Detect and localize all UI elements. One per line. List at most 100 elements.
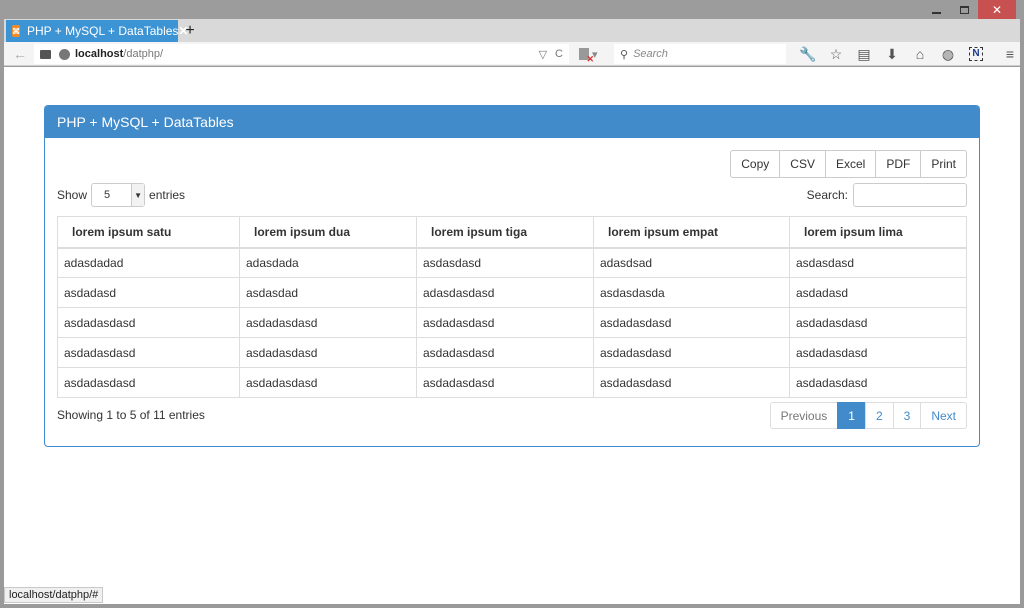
table-cell: asdasdasda bbox=[593, 277, 790, 308]
table-cell: asdasdad bbox=[239, 277, 417, 308]
close-window-button[interactable]: ✕ bbox=[978, 0, 1016, 19]
column-header[interactable]: lorem ipsum tiga bbox=[416, 216, 594, 249]
table-cell: asdadasdasd bbox=[593, 337, 790, 368]
window-titlebar: ✕ bbox=[0, 0, 1024, 19]
table-cell: asdadasdasd bbox=[789, 367, 967, 398]
status-bar: localhost/datphp/# bbox=[4, 587, 104, 603]
csv-button[interactable]: CSV bbox=[779, 150, 826, 178]
tab-strip: ⌘ PHP + MySQL + DataTables ✕ + bbox=[4, 19, 1020, 42]
page-button-1[interactable]: 1 bbox=[837, 402, 866, 429]
table-cell: asdadasdasd bbox=[239, 307, 417, 338]
page-button-3[interactable]: 3 bbox=[892, 402, 922, 429]
reading-list-icon[interactable]: ▤ bbox=[850, 44, 878, 64]
xampp-favicon-icon: ⌘ bbox=[12, 25, 20, 37]
home-icon[interactable]: ⌂ bbox=[906, 44, 934, 64]
copy-button[interactable]: Copy bbox=[730, 150, 781, 178]
entries-per-page-value: 5 bbox=[104, 189, 111, 201]
reload-icon[interactable]: C bbox=[555, 48, 563, 60]
pdf-button[interactable]: PDF bbox=[875, 150, 922, 178]
back-button[interactable]: ← bbox=[10, 44, 30, 64]
maximize-button[interactable] bbox=[950, 0, 978, 19]
next-page-button[interactable]: Next bbox=[920, 402, 967, 429]
url-path: /datphp/ bbox=[123, 48, 164, 60]
browser-search-input[interactable]: ⚲ Search bbox=[614, 44, 786, 64]
table-cell: adasdsad bbox=[593, 247, 790, 278]
table-cell: asdadasdasd bbox=[416, 307, 594, 338]
blocked-download-icon bbox=[579, 48, 594, 65]
download-icon[interactable]: ⬇ bbox=[878, 44, 906, 64]
table-search-input[interactable] bbox=[853, 183, 967, 207]
previous-page-button[interactable]: Previous bbox=[769, 402, 839, 429]
minimize-button[interactable] bbox=[922, 0, 950, 19]
url-host: localhost bbox=[75, 48, 124, 60]
entries-per-page-select[interactable]: 5 ▼ bbox=[91, 183, 146, 207]
table-row: asdadasdasd asdadasdasd asdadasdasd asda… bbox=[57, 337, 967, 368]
page-button-2[interactable]: 2 bbox=[864, 402, 894, 429]
table-cell: asdasdasd bbox=[416, 247, 594, 278]
search-placeholder: Search bbox=[633, 48, 668, 60]
table-cell: asdadasdasd bbox=[239, 367, 417, 398]
excel-button[interactable]: Excel bbox=[824, 150, 877, 178]
table-cell: asdadasd bbox=[789, 277, 967, 308]
blocked-download-button[interactable]: ▾ bbox=[579, 46, 601, 65]
column-header[interactable]: lorem ipsum satu bbox=[57, 216, 240, 249]
export-button-group: Copy CSV Excel PDF Print bbox=[730, 150, 967, 178]
chevron-down-icon: ▼ bbox=[131, 184, 145, 206]
column-header[interactable]: lorem ipsum dua bbox=[239, 216, 417, 249]
table-cell: asdadasdasd bbox=[789, 337, 967, 368]
tab-title: PHP + MySQL + DataTables bbox=[27, 24, 179, 38]
bookmark-star-icon[interactable]: ☆ bbox=[822, 44, 850, 64]
print-button[interactable]: Print bbox=[920, 150, 967, 178]
entries-length-control: Show 5 ▼ entries bbox=[57, 183, 185, 207]
table-row: asdadasd asdasdad adasdasdasd asdasdasda… bbox=[57, 277, 967, 308]
show-label: Show bbox=[57, 188, 88, 202]
column-header[interactable]: lorem ipsum lima bbox=[789, 216, 967, 249]
table-cell: asdadasdasd bbox=[57, 367, 240, 398]
page-content: PHP + MySQL + DataTables Copy CSV Excel … bbox=[4, 67, 1020, 604]
url-dropdown-icon[interactable]: ▽ bbox=[539, 48, 547, 61]
search-label: Search: bbox=[806, 188, 848, 202]
datatable-panel: PHP + MySQL + DataTables Copy CSV Excel … bbox=[44, 105, 980, 447]
wrench-icon[interactable]: 🔧 bbox=[794, 44, 822, 64]
data-table: lorem ipsum satu lorem ipsum dua lorem i… bbox=[57, 216, 967, 398]
entries-label: entries bbox=[149, 188, 186, 202]
new-tab-button[interactable]: + bbox=[182, 20, 198, 42]
table-cell: asdadasdasd bbox=[416, 337, 594, 368]
table-cell: adasdadad bbox=[57, 247, 240, 278]
table-cell: asdadasdasd bbox=[416, 367, 594, 398]
url-bar[interactable]: localhost /datphp/ ▽ C bbox=[34, 44, 569, 64]
table-cell: asdadasdasd bbox=[57, 337, 240, 368]
panel-title: PHP + MySQL + DataTables bbox=[45, 106, 979, 138]
minimize-icon bbox=[931, 11, 941, 14]
search-icon: ⚲ bbox=[620, 48, 629, 61]
table-row: asdadasdasd asdadasdasd asdadasdasd asda… bbox=[57, 307, 967, 338]
table-cell: asdadasdasd bbox=[239, 337, 417, 368]
table-cell: asdasdasd bbox=[789, 247, 967, 278]
table-search: Search: bbox=[807, 183, 967, 207]
globe-icon bbox=[59, 48, 70, 60]
table-cell: asdadasdasd bbox=[593, 367, 790, 398]
table-header-row: lorem ipsum satu lorem ipsum dua lorem i… bbox=[57, 216, 967, 249]
table-row: asdadasdasd asdadasdasd asdadasdasd asda… bbox=[57, 367, 967, 398]
table-cell: asdadasd bbox=[57, 277, 240, 308]
n-extension-icon[interactable]: N bbox=[962, 44, 990, 64]
back-arrow-icon: ← bbox=[13, 46, 27, 62]
column-header[interactable]: lorem ipsum empat bbox=[593, 216, 790, 249]
table-cell: asdadasdasd bbox=[789, 307, 967, 338]
window-controls: ✕ bbox=[922, 0, 1016, 19]
sync-icon[interactable]: ◍ bbox=[934, 44, 962, 64]
maximize-icon bbox=[959, 5, 969, 14]
table-cell: asdadasdasd bbox=[57, 307, 240, 338]
table-cell: asdadasdasd bbox=[593, 307, 790, 338]
table-row: adasdadad adasdada asdasdasd adasdsad as… bbox=[57, 247, 967, 278]
table-info: Showing 1 to 5 of 11 entries bbox=[57, 408, 205, 422]
table-cell: adasdada bbox=[239, 247, 417, 278]
pagination: Previous 1 2 3 Next bbox=[769, 402, 967, 429]
close-icon: ✕ bbox=[991, 2, 1003, 17]
navigation-bar: ← localhost /datphp/ ▽ C ▾ ⚲ Search 🔧 ☆ … bbox=[4, 42, 1020, 66]
table-cell: adasdasdasd bbox=[416, 277, 594, 308]
browser-toolbar: 🔧 ☆ ▤ ⬇ ⌂ ◍ N ≡ bbox=[794, 44, 1024, 64]
menu-icon[interactable]: ≡ bbox=[996, 44, 1024, 64]
page-info-icon[interactable] bbox=[40, 49, 51, 59]
browser-tab-active[interactable]: ⌘ PHP + MySQL + DataTables ✕ bbox=[6, 20, 188, 42]
